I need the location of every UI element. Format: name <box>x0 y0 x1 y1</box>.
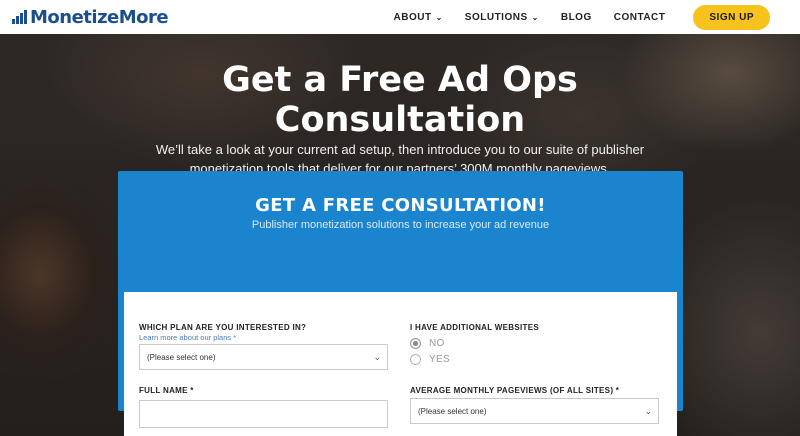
nav-contact-label: CONTACT <box>613 11 666 23</box>
nav-about-label: ABOUT <box>393 11 432 23</box>
chevron-down-icon: ⌄ <box>644 406 652 416</box>
site-header: MonetizeMore ABOUT ⌄ SOLUTIONS ⌄ BLOG CO… <box>0 0 800 34</box>
hero-title-line1: Get a Free Ad Ops <box>222 60 578 100</box>
nav-solutions-label: SOLUTIONS <box>464 11 528 23</box>
additional-sites-label: I HAVE ADDITIONAL WEBSITES <box>410 323 539 332</box>
nav-blog[interactable]: BLOG <box>561 12 592 23</box>
chevron-down-icon: ⌄ <box>373 352 381 362</box>
card-subtitle: Publisher monetization solutions to incr… <box>251 219 550 231</box>
hero-subtitle-line1: We’ll take a look at your current ad set… <box>155 142 645 157</box>
full-name-label: FULL NAME * <box>139 386 194 395</box>
radio-option-no[interactable]: NO <box>410 338 445 349</box>
signup-button[interactable]: SIGN UP <box>693 4 770 30</box>
radio-option-yes[interactable]: YES <box>410 354 450 365</box>
logo[interactable]: MonetizeMore <box>12 6 169 28</box>
plan-label: WHICH PLAN ARE YOU INTERESTED IN? <box>139 323 307 332</box>
nav-blog-label: BLOG <box>560 11 592 23</box>
pageviews-select[interactable]: (Please select one) ⌄ <box>410 398 659 424</box>
plan-select-value: (Please select one) <box>147 352 216 362</box>
chevron-down-icon: ⌄ <box>435 12 443 22</box>
pageviews-select-value: (Please select one) <box>418 406 487 416</box>
main-nav: ABOUT ⌄ SOLUTIONS ⌄ BLOG CONTACT SIGN UP <box>394 4 770 30</box>
logo-bars-icon <box>12 10 27 24</box>
plan-select[interactable]: (Please select one) ⌄ <box>139 344 388 370</box>
chevron-down-icon: ⌄ <box>531 12 539 22</box>
radio-icon[interactable] <box>410 354 421 365</box>
plans-link[interactable]: Learn more about our plans * <box>139 333 236 342</box>
hero-title-line2: Consultation <box>274 100 526 140</box>
radio-icon[interactable] <box>410 338 421 349</box>
card-title: GET A FREE CONSULTATION! <box>255 195 546 216</box>
nav-about[interactable]: ABOUT ⌄ <box>394 12 443 23</box>
nav-solutions[interactable]: SOLUTIONS ⌄ <box>465 12 539 23</box>
nav-contact[interactable]: CONTACT <box>614 12 666 23</box>
hero-title: Get a Free Ad Ops Consultation <box>0 60 800 140</box>
pageviews-label: AVERAGE MONTHLY PAGEVIEWS (OF ALL SITES)… <box>410 386 620 395</box>
radio-no-label: NO <box>429 338 445 349</box>
consultation-form: WHICH PLAN ARE YOU INTERESTED IN? Learn … <box>124 292 677 436</box>
full-name-input[interactable] <box>139 400 388 428</box>
radio-yes-label: YES <box>429 354 450 365</box>
logo-text: MonetizeMore <box>30 6 169 28</box>
